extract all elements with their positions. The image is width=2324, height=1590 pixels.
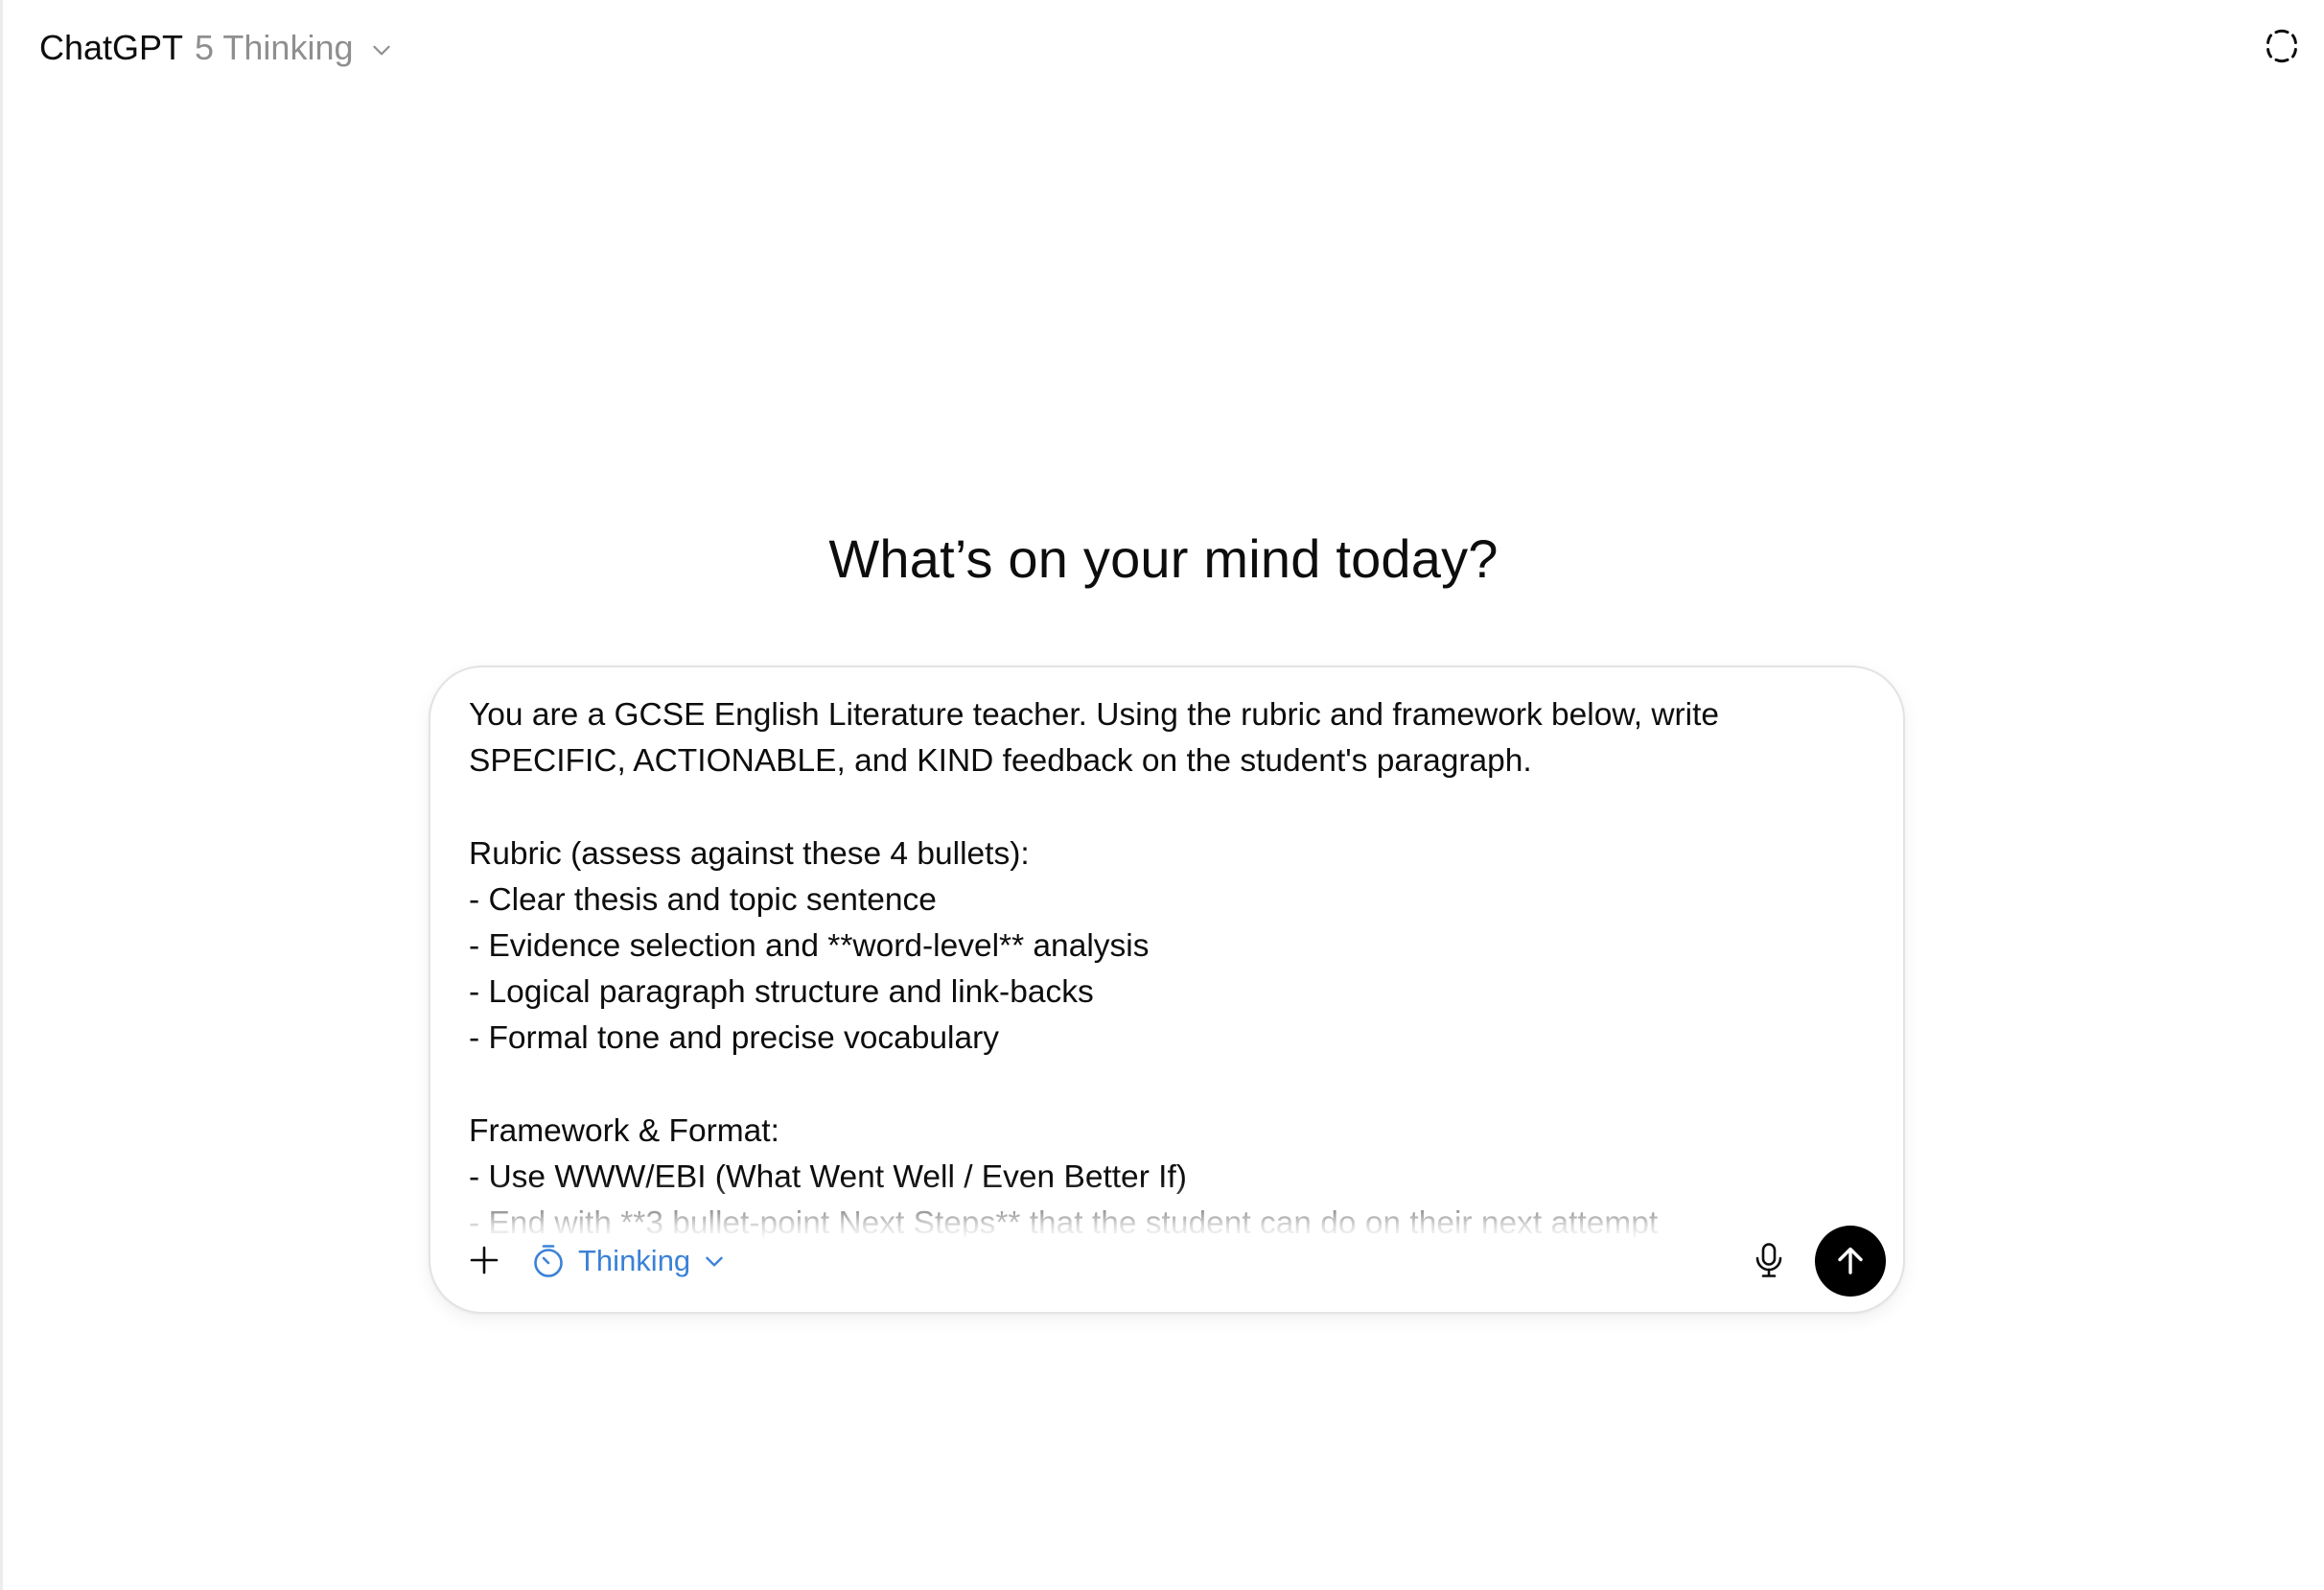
stopwatch-icon [534, 1245, 563, 1277]
plus-icon [470, 1246, 499, 1274]
microphone-icon [1755, 1243, 1782, 1277]
model-switcher[interactable]: ChatGPT 5 Thinking [39, 21, 394, 75]
prompt-input[interactable]: You are a GCSE English Literature teache… [469, 692, 1869, 1239]
temporary-chat-button[interactable] [2261, 25, 2303, 67]
chevron-down-icon [372, 45, 390, 56]
dictate-button[interactable] [1748, 1239, 1790, 1281]
send-button[interactable] [1815, 1226, 1886, 1297]
model-variant: 5 Thinking [195, 28, 354, 67]
thinking-mode-label: Thinking [578, 1244, 691, 1277]
model-name: ChatGPT [39, 28, 184, 67]
thinking-mode-button[interactable]: Thinking [530, 1235, 727, 1287]
dashed-circle-icon [2266, 29, 2297, 63]
arrow-up-icon [1838, 1247, 1863, 1274]
composer-toolbar: Thinking [430, 1226, 1903, 1297]
chevron-down-icon [706, 1256, 723, 1267]
page-heading: What’s on your mind today? [828, 528, 1499, 589]
prompt-composer: You are a GCSE English Literature teache… [429, 666, 1905, 1314]
app-window: ChatGPT 5 Thinking What’s on your mind t… [0, 0, 2324, 1590]
add-attachment-button[interactable] [463, 1239, 505, 1281]
